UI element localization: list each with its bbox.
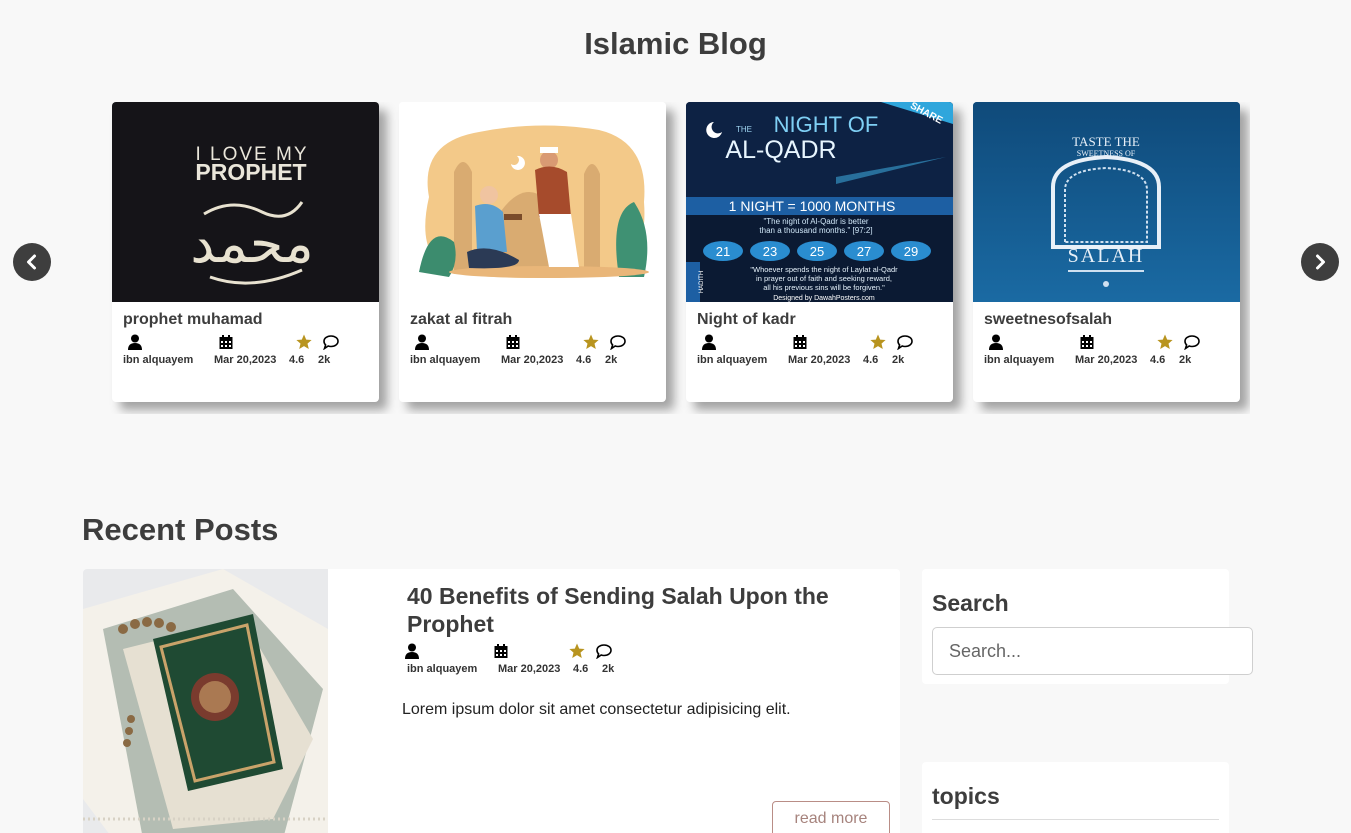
night-number: 25 [810,244,824,259]
rating-label: 4.6 [576,354,592,366]
post-image[interactable] [83,569,328,833]
post-meta: ibn alquayem Mar 20,2023 4.6 2k [405,643,667,679]
carousel-card[interactable]: SHARE THE NIGHT OF AL-QADR 1 NIGHT = 100… [686,102,953,402]
topics-divider [932,819,1219,820]
star-icon [569,643,585,658]
star-icon [870,334,886,349]
comment-icon [323,335,339,350]
image-caption: Designed by DawahPosters.com [773,295,875,302]
date-label: Mar 20,2023 [788,354,851,366]
calendar-icon [1080,335,1094,349]
post-title[interactable]: 40 Benefits of Sending Salah Upon the Pr… [407,582,877,638]
post-excerpt: Lorem ipsum dolor sit amet consectetur a… [402,701,791,718]
comment-icon [1184,335,1200,350]
comment-icon [596,644,612,659]
card-image-night-of-qadr: SHARE THE NIGHT OF AL-QADR 1 NIGHT = 100… [686,102,953,302]
image-caption: all his previous sins will be forgiven." [763,283,885,292]
post-card: 40 Benefits of Sending Salah Upon the Pr… [83,569,900,833]
card-image-prophet: I LOVE MY PROPHET محمد [112,102,379,302]
carousel-prev-button[interactable] [13,243,51,281]
comments-label: 2k [605,354,618,366]
user-icon [415,334,429,350]
carousel-next-button[interactable] [1301,243,1339,281]
chevron-right-icon [1316,254,1325,270]
card-meta: ibn alquayem Mar 20,2023 4.6 2k [410,334,660,370]
page-title: Islamic Blog [584,26,767,61]
author-label: ibn alquayem [697,354,768,366]
star-icon [583,334,599,349]
image-caption: in prayer out of faith and seeking rewar… [756,274,892,283]
card-title[interactable]: sweetnesofsalah [984,311,1112,329]
image-caption: TASTE THE [1072,134,1140,149]
image-caption: "The night of Al-Qadr is better [763,217,868,226]
calendar-icon [219,335,233,349]
user-icon [405,643,419,659]
rating-label: 4.6 [863,354,879,366]
card-image-sweetness-of-salah: TASTE THE SWEETNESS OF SALAH [973,102,1240,302]
date-label: Mar 20,2023 [214,354,277,366]
comment-icon [610,335,626,350]
card-image-zakat [399,102,666,302]
star-icon [296,334,312,349]
card-title[interactable]: zakat al fitrah [410,311,512,329]
image-caption: AL-QADR [725,136,836,164]
image-caption: than a thousand months." [97:2] [759,226,872,235]
user-icon [702,334,716,350]
image-caption: NIGHT OF [774,112,879,137]
image-caption: THE [736,125,752,134]
night-number: 29 [904,244,918,259]
search-input[interactable] [932,627,1253,675]
carousel-card[interactable]: I LOVE MY PROPHET محمد prophet muhamad i… [112,102,379,402]
calendar-icon [793,335,807,349]
author-label: ibn alquayem [123,354,194,366]
read-more-button[interactable]: read more [772,801,890,833]
calendar-icon [494,644,508,658]
topics-widget-title: topics [932,783,1000,809]
carousel-card[interactable]: zakat al fitrah ibn alquayem Mar 20,2023… [399,102,666,402]
topics-widget: topics [922,762,1229,833]
author-label: ibn alquayem [410,354,481,366]
image-caption: 1 NIGHT = 1000 MONTHS [729,198,896,214]
rating-label: 4.6 [573,663,589,675]
card-meta: ibn alquayem Mar 20,2023 4.6 2k [984,334,1234,370]
date-label: Mar 20,2023 [498,663,561,675]
star-icon [1157,334,1173,349]
date-label: Mar 20,2023 [501,354,564,366]
rating-label: 4.6 [1150,354,1166,366]
date-label: Mar 20,2023 [1075,354,1138,366]
image-caption: SALAH [1068,245,1145,267]
night-number: 27 [857,244,871,259]
comments-label: 2k [602,663,615,675]
calendar-icon [506,335,520,349]
night-number: 21 [716,244,730,259]
user-icon [989,334,1003,350]
comment-icon [897,335,913,350]
card-meta: ibn alquayem Mar 20,2023 4.6 2k [697,334,947,370]
card-title[interactable]: Night of kadr [697,311,796,329]
night-number: 23 [763,244,777,259]
comments-label: 2k [318,354,331,366]
user-icon [128,334,142,350]
image-caption: PROPHET [195,159,306,185]
carousel-card[interactable]: TASTE THE SWEETNESS OF SALAH sweetnesofs… [973,102,1240,402]
chevron-left-icon [27,254,36,270]
comments-label: 2k [892,354,905,366]
card-title[interactable]: prophet muhamad [123,311,263,329]
comments-label: 2k [1179,354,1192,366]
author-label: ibn alquayem [984,354,1055,366]
image-caption: "Whoever spends the night of Laylat al-Q… [750,265,898,274]
card-meta: ibn alquayem Mar 20,2023 4.6 2k [123,334,373,370]
recent-posts-heading: Recent Posts [82,512,279,547]
calligraphy: محمد [190,212,313,275]
author-label: ibn alquayem [407,663,478,675]
carousel: I LOVE MY PROPHET محمد prophet muhamad i… [103,102,1250,414]
rating-label: 4.6 [289,354,305,366]
image-caption: HADITH [699,271,705,293]
search-widget-title: Search [932,590,1009,616]
